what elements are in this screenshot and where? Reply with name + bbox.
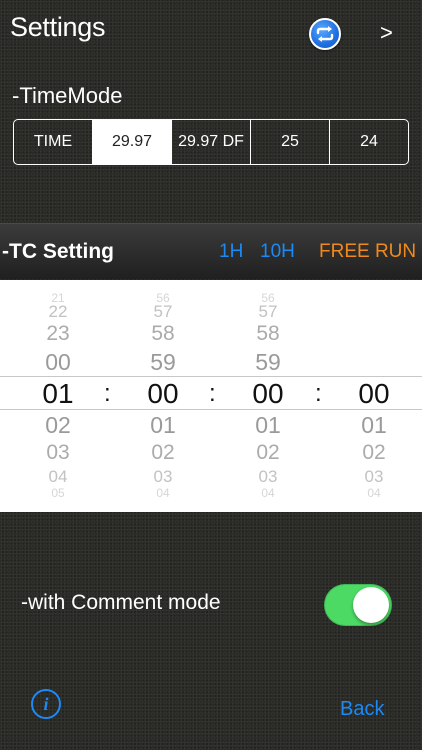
picker-value: 03 — [46, 441, 70, 464]
picker-value: 03 — [153, 467, 173, 486]
sync-icon — [316, 26, 334, 42]
minutes-wheel[interactable]: 56 57 58 59 00 01 02 03 04 — [123, 280, 203, 512]
picker-value: 01 — [255, 412, 281, 438]
seconds-wheel[interactable]: 56 57 58 59 00 01 02 03 04 — [228, 280, 308, 512]
picker-value: 58 — [151, 322, 175, 345]
tc-1h-button[interactable]: 1H — [219, 241, 243, 263]
picker-value: 01 — [150, 412, 176, 438]
picker-value: 05 — [51, 486, 65, 500]
frames-selected-value: 00 — [358, 378, 390, 409]
picker-separator: : — [209, 380, 216, 407]
tc-setting-label: -TC Setting — [2, 240, 114, 263]
picker-value: 59 — [255, 349, 281, 375]
page-title: Settings — [10, 12, 106, 42]
picker-value: 03 — [364, 467, 384, 486]
seconds-selected-value: 00 — [252, 378, 284, 409]
picker-value: 02 — [256, 441, 280, 464]
picker-value: 02 — [362, 441, 386, 464]
picker-value: 04 — [156, 486, 170, 500]
next-button[interactable]: > — [380, 20, 393, 46]
tc-free-run-button[interactable]: FREE RUN — [319, 241, 416, 263]
comment-mode-label: -with Comment mode — [21, 591, 221, 614]
info-button[interactable]: i — [31, 689, 61, 719]
tc-setting-bar: -TC Setting 1H 10H FREE RUN — [0, 223, 422, 279]
info-icon: i — [43, 693, 49, 714]
timecode-picker: 21 22 23 00 01 02 03 04 05 : 56 57 58 59… — [0, 280, 422, 512]
timemode-option-2997[interactable]: 29.97 — [93, 120, 172, 164]
picker-value: 04 — [48, 467, 68, 486]
comment-mode-toggle[interactable] — [324, 584, 392, 626]
picker-value: 04 — [261, 486, 275, 500]
picker-value: 00 — [45, 349, 71, 375]
picker-value: 01 — [361, 412, 387, 438]
picker-value: 02 — [151, 441, 175, 464]
toggle-knob — [353, 587, 389, 623]
picker-separator: : — [104, 380, 111, 407]
sync-button[interactable] — [309, 18, 341, 50]
picker-value: 59 — [150, 349, 176, 375]
minutes-selected-value: 00 — [147, 378, 179, 409]
frames-wheel[interactable]: 00 01 02 03 04 — [334, 280, 414, 512]
timemode-option-2997-df[interactable]: 29.97 DF — [172, 120, 251, 164]
picker-value: 03 — [258, 467, 278, 486]
timemode-option-24[interactable]: 24 — [330, 120, 408, 164]
picker-value: 22 — [48, 302, 68, 321]
timemode-label: -TimeMode — [12, 83, 123, 108]
picker-value: 57 — [153, 302, 173, 321]
hours-selected-value: 01 — [42, 378, 74, 409]
timemode-option-time[interactable]: TIME — [14, 120, 93, 164]
picker-separator: : — [315, 380, 322, 407]
hours-wheel[interactable]: 21 22 23 00 01 02 03 04 05 — [18, 280, 98, 512]
timemode-option-25[interactable]: 25 — [251, 120, 330, 164]
picker-value: 57 — [258, 302, 278, 321]
picker-value: 23 — [46, 322, 70, 345]
picker-value: 02 — [45, 412, 71, 438]
picker-value: 58 — [256, 322, 280, 345]
tc-10h-button[interactable]: 10H — [260, 241, 295, 263]
back-button[interactable]: Back — [340, 698, 384, 721]
timemode-segmented-control: TIME 29.97 29.97 DF 25 24 — [13, 119, 409, 165]
picker-value: 04 — [367, 486, 381, 500]
